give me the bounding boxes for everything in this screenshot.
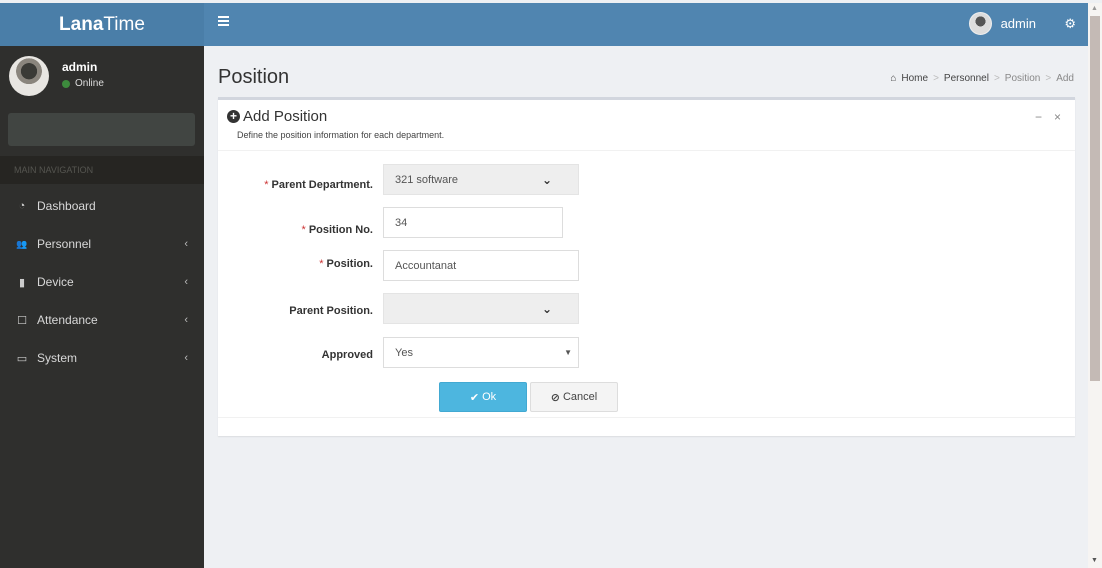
hamburger-icon[interactable] [218,16,230,30]
parent-department-value: 321 software [395,173,458,186]
label-text: Position No. [308,224,373,236]
sidebar-item-label: Attendance [37,313,98,327]
brand-bold: Lana [59,14,104,35]
position-value: Accountanat [395,259,457,272]
position-no-input[interactable]: 34 [383,207,563,238]
chevron-left-icon: ‹ [184,352,188,364]
required-mark: * [264,179,269,191]
breadcrumb-position[interactable]: Position [1005,73,1041,84]
chevron-down-icon: ⌄ [541,172,552,187]
box-description: Define the position information for each… [237,130,445,140]
parent-department-select[interactable]: 321 software ⌄ [383,164,579,195]
label-text: Parent Department. [271,179,373,191]
check-icon: ✔ [469,391,480,404]
ok-button[interactable]: ✔ Ok [439,382,527,412]
box-title: + Add Position [227,108,327,125]
sidebar-item-label: Device [37,275,74,289]
brand-rest: Time [103,14,145,35]
position-no-label: * Position No. [302,224,373,236]
sticky-note-icon: ☐ [17,314,27,327]
scrollbar-thumb[interactable] [1090,16,1100,381]
box-footer-divider [218,417,1075,418]
device-icon: ▮ [18,276,26,289]
top-user-name: admin [1000,16,1036,31]
approved-value: Yes [395,346,413,359]
chevron-left-icon: ‹ [184,276,188,288]
sidebar-item-personnel[interactable]: 👥 Personnel ‹ [0,225,204,263]
chevron-down-icon: ⌄ [541,301,552,316]
breadcrumb-personnel[interactable]: Personnel [944,73,989,84]
required-mark: * [301,224,306,236]
cancel-label: Cancel [562,391,598,403]
chevron-left-icon: ‹ [184,238,188,250]
approved-select[interactable]: Yes ▼ [383,337,579,368]
user-avatar-small [968,12,992,35]
sidebar-item-label: Dashboard [37,199,96,213]
box-title-text: Add Position [243,108,328,125]
app-logo[interactable]: LanaTime [0,3,204,46]
top-navbar: admin ⚙ [204,3,1088,46]
label-text: Position. [326,258,373,270]
required-mark: * [319,258,324,270]
sidebar-user-name: admin [62,60,98,74]
nav-header: MAIN NAVIGATION [0,156,204,184]
caret-down-icon: ▼ [564,348,572,357]
laptop-icon: ▭ [16,352,28,365]
scroll-up-arrow-icon[interactable]: ▲ [1091,5,1098,12]
user-menu[interactable]: admin [968,12,1036,35]
scroll-down-arrow-icon[interactable]: ▼ [1091,557,1098,564]
breadcrumb-home[interactable]: Home [901,73,928,84]
avatar [9,56,49,96]
gears-icon[interactable]: ⚙ [1064,16,1076,32]
breadcrumb-separator: > [993,73,1000,84]
breadcrumb: ⌂ Home > Personnel > Position > Add [890,73,1074,84]
minimize-icon[interactable]: − [1035,110,1042,124]
page-title: Position [218,66,290,88]
sidebar-item-label: System [37,351,78,365]
sidebar-item-dashboard[interactable]: ◔ Dashboard [0,187,204,225]
parent-position-label: Parent Position. [289,305,373,317]
sidebar-search-input[interactable] [8,113,195,146]
sidebar: admin Online MAIN NAVIGATION ◔ Dashboard… [0,46,204,568]
chevron-left-icon: ‹ [184,314,188,326]
user-status-text: Online [75,78,104,89]
sidebar-item-system[interactable]: ▭ System ‹ [0,339,204,377]
add-position-box: + Add Position Define the position infor… [218,97,1075,436]
parent-department-label: * Parent Department. [264,179,373,191]
box-tools: − × [1035,110,1061,124]
dashboard-icon: ◔ [18,200,26,212]
ban-icon: ⊘ [550,391,560,404]
breadcrumb-separator: > [1045,73,1052,84]
breadcrumb-add: Add [1056,73,1074,84]
sidebar-nav: ◔ Dashboard 👥 Personnel ‹ ▮ Device ‹ ☐ A… [0,187,204,377]
label-text: Approved [321,349,373,361]
label-text: Parent Position. [289,305,373,317]
sidebar-item-device[interactable]: ▮ Device ‹ [0,263,204,301]
close-icon[interactable]: × [1054,110,1061,124]
breadcrumb-separator: > [933,73,939,84]
box-header-divider [218,150,1075,151]
parent-position-select[interactable]: ⌄ [383,293,579,324]
ok-label: Ok [482,391,497,403]
page-scrollbar[interactable]: ▲ ▼ [1088,3,1102,568]
position-no-value: 34 [395,216,408,229]
sidebar-item-attendance[interactable]: ☐ Attendance ‹ [0,301,204,339]
user-status: Online [62,78,104,89]
position-input[interactable]: Accountanat [383,250,579,281]
sidebar-item-label: Personnel [37,237,92,251]
home-icon: ⌂ [890,73,897,84]
online-dot-icon [62,79,70,88]
approved-label: Approved [322,349,373,361]
position-label: * Position. [319,258,373,270]
user-panel: admin Online [9,56,199,106]
cancel-button[interactable]: ⊘ Cancel [530,382,618,412]
users-icon: 👥 [16,238,28,249]
plus-circle-icon: + [227,110,240,123]
